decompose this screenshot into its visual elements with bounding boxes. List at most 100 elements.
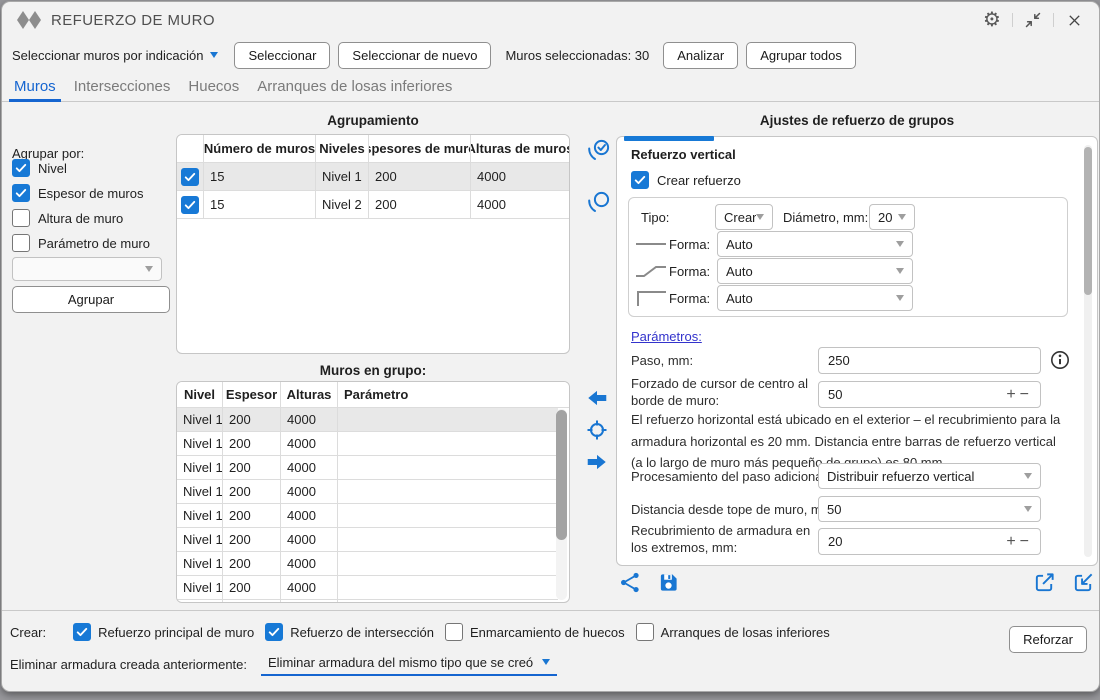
create-option-main-reinforcement[interactable]: Refuerzo principal de muro [73, 623, 254, 641]
delete-mode-dropdown[interactable]: Eliminar armadura del mismo tipo que se … [261, 653, 557, 676]
toolbar: Seleccionar muros por indicación Selecci… [2, 38, 1099, 72]
export-settings-icon[interactable] [1033, 571, 1056, 594]
tab-arranques[interactable]: Arranques de losas inferiores [248, 72, 461, 101]
reselect-button[interactable]: Seleccionar de nuevo [338, 42, 491, 69]
snap-input-field[interactable] [828, 387, 1004, 402]
table-cell: Nivel 1 [177, 528, 223, 551]
footer: Crear: Refuerzo principal de muro Refuer… [2, 610, 1099, 691]
checkbox-checked-icon[interactable] [12, 159, 30, 177]
scrollbar-thumb[interactable] [1084, 147, 1092, 295]
tab-intersecciones[interactable]: Intersecciones [65, 72, 180, 101]
checkbox-checked-icon[interactable] [181, 168, 199, 186]
chevron-down-icon [896, 295, 904, 301]
locate-wall-icon[interactable] [585, 418, 609, 445]
reinforce-button[interactable]: Reforzar [1009, 626, 1087, 653]
table-cell [338, 600, 558, 603]
create-reinforcement-checkbox[interactable]: Crear refuerzo [631, 170, 741, 190]
checkbox-unchecked-icon[interactable] [12, 209, 30, 227]
type-dropdown[interactable]: Crear [715, 204, 773, 230]
tab-muros[interactable]: Muros [5, 72, 65, 101]
step-input-field[interactable] [828, 353, 1031, 368]
cover-input[interactable]: + − [818, 528, 1041, 555]
table-row[interactable]: 15 Nivel 1 200 4000 [177, 163, 569, 191]
share-settings-icon[interactable] [619, 571, 642, 594]
shape-dropdown-z[interactable]: Auto [717, 258, 913, 284]
save-settings-icon[interactable] [658, 572, 679, 593]
increment-icon[interactable]: + [1004, 387, 1017, 403]
extra-step-dropdown[interactable]: Distribuir refuerzo vertical [818, 463, 1041, 489]
snap-input[interactable]: + − [818, 381, 1041, 408]
table-row[interactable]: Nivel 1 200 4000 [177, 552, 558, 576]
parameters-link[interactable]: Parámetros: [631, 329, 702, 344]
wall-parameter-select[interactable] [12, 257, 162, 281]
checkbox-checked-icon[interactable] [181, 196, 199, 214]
select-button[interactable]: Seleccionar [234, 42, 330, 69]
table-row[interactable]: Nivel 1 200 4000 [177, 456, 558, 480]
table-row[interactable]: Nivel 1 200 4000 [177, 480, 558, 504]
column-header[interactable]: Parámetro [338, 382, 569, 407]
tab-huecos[interactable]: Huecos [179, 72, 248, 101]
top-distance-dropdown[interactable]: 50 [818, 496, 1041, 522]
groupby-option-espesor[interactable]: Espesor de muros [12, 183, 144, 203]
deselect-all-groups-icon[interactable] [586, 190, 612, 219]
settings-gear-icon[interactable]: ⚙ [981, 9, 1003, 31]
move-wall-out-icon[interactable] [585, 386, 609, 413]
column-header[interactable]: Alturas [281, 382, 338, 407]
groupby-option-parametro[interactable]: Parámetro de muro [12, 233, 150, 253]
table-row[interactable]: 15 Nivel 2 200 4000 [177, 191, 569, 219]
grouping-table-title: Agrupamiento [176, 113, 570, 128]
checkbox-unchecked-icon[interactable] [636, 623, 654, 641]
decrement-icon[interactable]: − [1018, 387, 1031, 403]
walls-table-scrollbar[interactable] [556, 409, 567, 600]
active-settings-tab-indicator[interactable] [624, 136, 714, 141]
checkbox-unchecked-icon[interactable] [445, 623, 463, 641]
table-cell: Nivel 2 [316, 191, 369, 218]
table-header-row: Número de muros Niveles Espesores de mur… [177, 135, 569, 163]
scrollbar-thumb[interactable] [556, 410, 567, 540]
column-header[interactable]: Espesores de muros [369, 135, 471, 162]
checkbox-checked-icon[interactable] [631, 171, 649, 189]
increment-icon[interactable]: + [1004, 534, 1017, 550]
decrement-icon[interactable]: − [1018, 534, 1031, 550]
table-cell: 200 [369, 163, 471, 190]
column-header[interactable]: Niveles [316, 135, 369, 162]
selection-mode-dropdown[interactable]: Seleccionar muros por indicación [12, 48, 218, 63]
extra-step-label: Procesamiento del paso adicional: [631, 469, 829, 484]
info-icon[interactable] [1050, 350, 1070, 370]
checkbox-checked-icon[interactable] [12, 184, 30, 202]
create-option-opening-framing[interactable]: Enmarcamiento de huecos [445, 623, 625, 641]
table-cell [338, 576, 558, 599]
table-row[interactable]: Nivel 1 200 4000 [177, 600, 558, 603]
group-button[interactable]: Agrupar [12, 286, 170, 313]
select-all-groups-icon[interactable] [586, 138, 612, 167]
column-header[interactable]: Espesor [223, 382, 281, 407]
groupby-option-altura[interactable]: Altura de muro [12, 208, 123, 228]
create-option-slab-starters[interactable]: Arranques de losas inferiores [636, 623, 830, 641]
import-settings-icon[interactable] [1072, 571, 1095, 594]
table-row[interactable]: Nivel 1 200 4000 [177, 528, 558, 552]
checkbox-checked-icon[interactable] [73, 623, 91, 641]
collapse-window-icon[interactable] [1022, 9, 1044, 31]
column-header[interactable]: Alturas de muros [471, 135, 569, 162]
group-all-button[interactable]: Agrupar todos [746, 42, 856, 69]
row-checkbox-cell [177, 163, 204, 190]
close-icon[interactable] [1063, 9, 1085, 31]
analyze-button[interactable]: Analizar [663, 42, 738, 69]
settings-scrollbar[interactable] [1084, 145, 1092, 557]
table-row[interactable]: Nivel 1 200 4000 [177, 408, 558, 432]
table-row[interactable]: Nivel 1 200 4000 [177, 432, 558, 456]
shape-dropdown-l[interactable]: Auto [717, 285, 913, 311]
checkbox-checked-icon[interactable] [265, 623, 283, 641]
shape-dropdown-straight[interactable]: Auto [717, 231, 913, 257]
move-wall-in-icon[interactable] [585, 450, 609, 477]
checkbox-unchecked-icon[interactable] [12, 234, 30, 252]
column-header[interactable]: Nivel [177, 382, 223, 407]
diameter-dropdown[interactable]: 20 [869, 204, 915, 230]
step-input[interactable] [818, 347, 1041, 374]
groupby-option-nivel[interactable]: Nivel [12, 158, 67, 178]
create-option-intersection-reinforcement[interactable]: Refuerzo de intersección [265, 623, 434, 641]
cover-input-field[interactable] [828, 534, 1004, 549]
table-row[interactable]: Nivel 1 200 4000 [177, 576, 558, 600]
column-header[interactable]: Número de muros [204, 135, 316, 162]
table-row[interactable]: Nivel 1 200 4000 [177, 504, 558, 528]
